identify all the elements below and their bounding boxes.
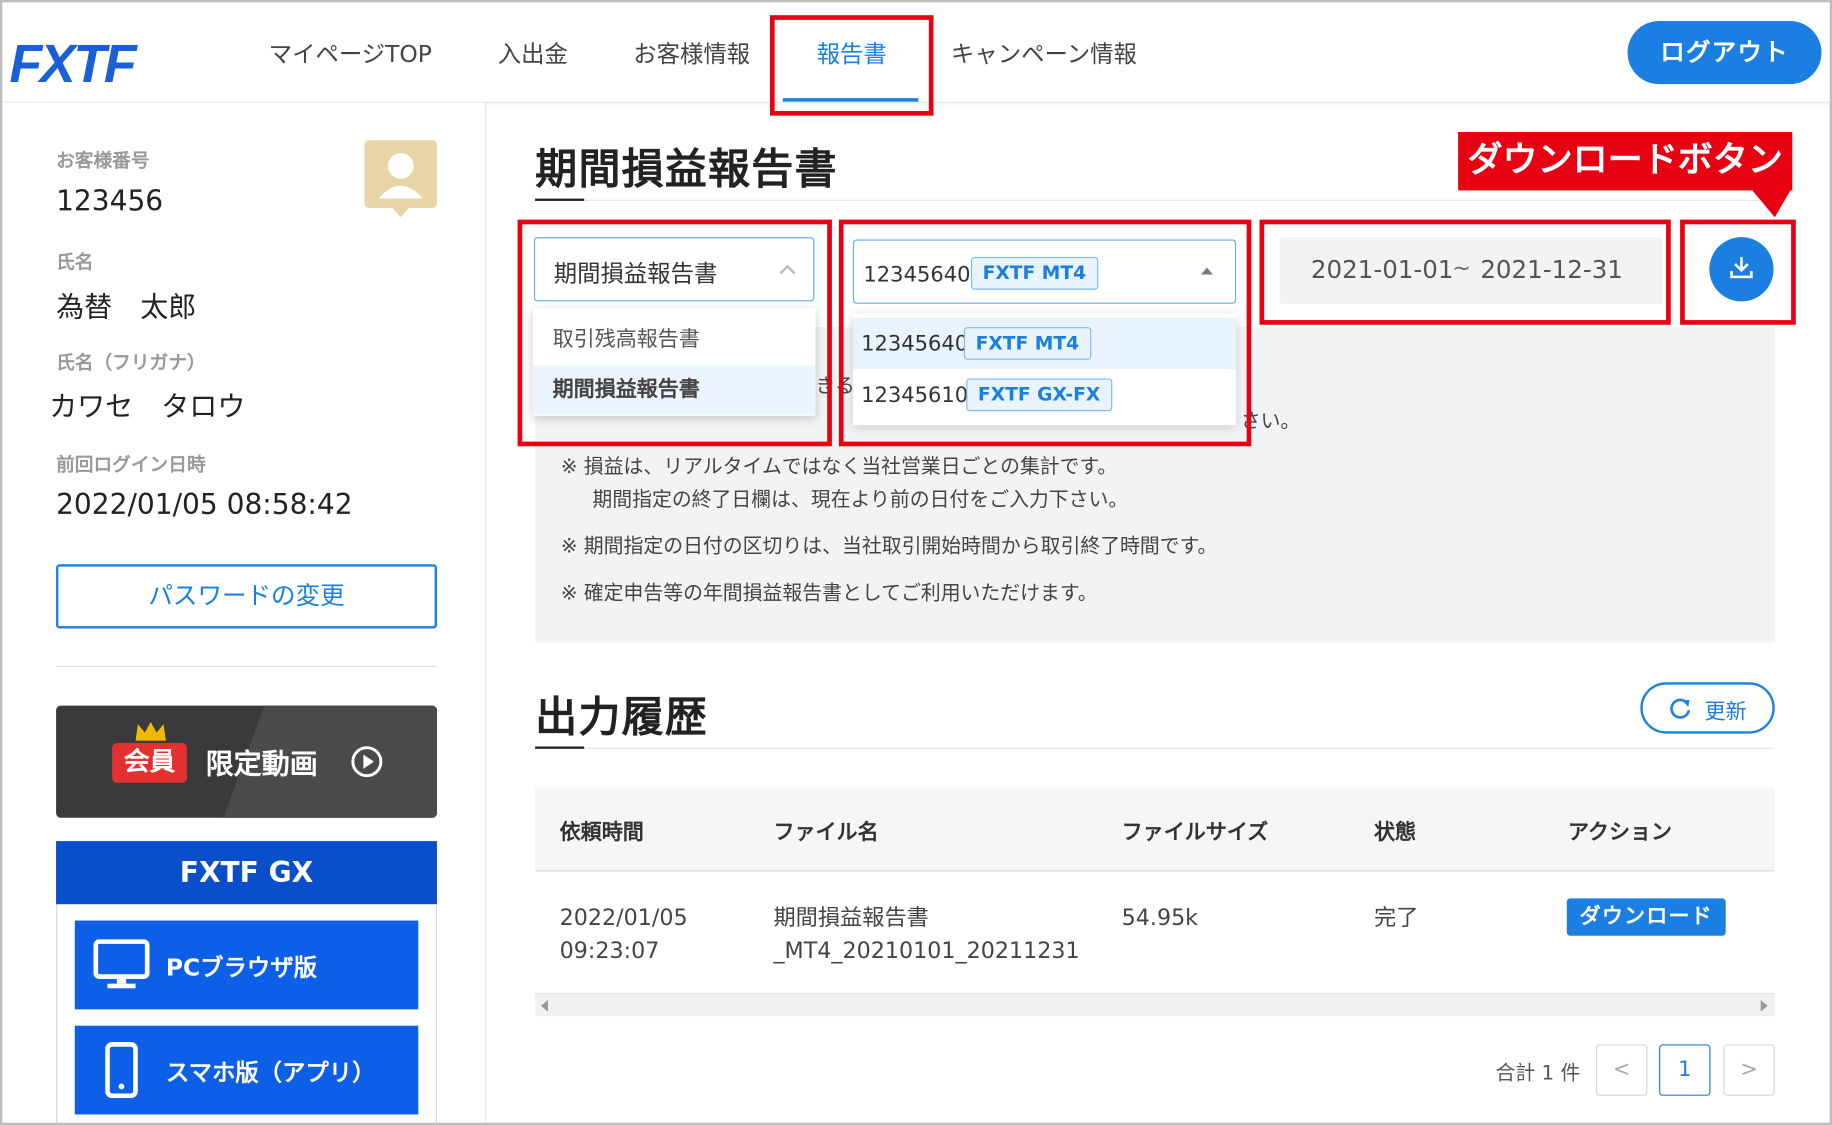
refresh-icon — [1670, 698, 1691, 719]
nav-campaign[interactable]: キャンペーン情報 — [951, 35, 1137, 70]
name-label: 氏名 — [56, 251, 94, 274]
pagination-next[interactable]: > — [1723, 1044, 1775, 1096]
gx-pc-browser-button[interactable]: PCブラウザ版 — [74, 920, 419, 1010]
nav-mypage-top[interactable]: マイページTOP — [269, 35, 432, 70]
customer-kana: カワセ タロウ — [49, 390, 246, 423]
avatar-icon — [364, 140, 437, 218]
page: FXTF マイページTOP 入出金 お客様情報 報告書 キャンペーン情報 ログア… — [0, 0, 1832, 1125]
row-time-date: 2022/01/05 — [559, 905, 688, 932]
svg-text:FXTF: FXTF — [9, 35, 137, 86]
row-file-name-1: 期間損益報告書 — [773, 905, 929, 932]
row-file-size: 54.95k — [1121, 905, 1199, 932]
smartphone-icon — [105, 1042, 138, 1099]
report-title-rule — [535, 199, 1775, 201]
report-title: 期間損益報告書 — [535, 146, 838, 194]
gx-pc-label: PCブラウザ版 — [165, 953, 318, 982]
annotation-callout-tail — [1751, 189, 1792, 218]
monitor-icon — [93, 939, 150, 989]
horizontal-scrollbar[interactable] — [535, 992, 1775, 1017]
note-1-continued: 期間指定の終了日欄は、現在より前の日付をご入力下さい。 — [592, 488, 1129, 512]
scroll-left-icon[interactable] — [540, 999, 548, 1012]
annotation-box-reports-tab — [769, 15, 934, 116]
customer-name: 為替 太郎 — [56, 290, 197, 324]
members-video-banner[interactable]: 会員 限定動画 — [56, 705, 437, 818]
gx-title: FXTF GX — [56, 841, 437, 905]
row-file-name-2: _MT4_20210101_20211231 — [773, 938, 1080, 964]
note-2: ※ 期間指定の日付の区切りは、当社取引開始時間から取引終了時間です。 — [560, 535, 1218, 559]
play-icon — [351, 746, 383, 778]
last-login-label: 前回ログイン日時 — [56, 453, 206, 476]
row-time-clock: 09:23:07 — [559, 938, 660, 964]
refresh-label: 更新 — [1704, 699, 1747, 725]
members-badge: 会員 — [112, 742, 187, 783]
annotation-box-report-type — [517, 219, 832, 447]
customer-number-label: お客様番号 — [56, 149, 150, 172]
fxtf-logo[interactable]: FXTF — [9, 35, 180, 86]
annotation-callout: ダウンロードボタン — [1458, 132, 1793, 191]
total-count: 合計 1 件 — [1495, 1061, 1581, 1086]
annotation-box-download — [1680, 219, 1796, 325]
sidebar-divider — [56, 665, 437, 668]
nav-deposit-withdraw[interactable]: 入出金 — [498, 35, 568, 70]
col-status: 状態 — [1374, 820, 1417, 845]
scroll-right-icon[interactable] — [1760, 999, 1768, 1012]
last-login-value: 2022/01/05 08:58:42 — [56, 488, 353, 522]
history-title-rule — [535, 747, 1775, 749]
col-request-time: 依頼時間 — [559, 820, 644, 845]
note-3: ※ 確定申告等の年間損益報告書としてご利用いただけます。 — [560, 581, 1098, 606]
col-file-name: ファイル名 — [773, 820, 879, 845]
report-title-underline — [535, 198, 585, 201]
pagination-page-1[interactable]: 1 — [1659, 1044, 1711, 1096]
annotation-box-account — [838, 219, 1252, 447]
row-status: 完了 — [1374, 905, 1419, 932]
limited-video-label: 限定動画 — [205, 747, 318, 781]
col-action: アクション — [1567, 820, 1673, 845]
change-password-button[interactable]: パスワードの変更 — [56, 564, 437, 629]
annotation-box-date — [1259, 219, 1671, 325]
logout-button[interactable]: ログアウト — [1627, 21, 1822, 85]
gx-smartphone-button[interactable]: スマホ版（アプリ） — [74, 1025, 419, 1115]
gx-phone-label: スマホ版（アプリ） — [165, 1058, 376, 1087]
pagination-prev[interactable]: < — [1595, 1044, 1648, 1096]
customer-number: 123456 — [56, 184, 164, 218]
row-download-button[interactable]: ダウンロード — [1566, 898, 1726, 936]
history-title: 出力履歴 — [535, 693, 709, 742]
col-file-size: ファイルサイズ — [1121, 820, 1269, 845]
crown-icon — [135, 721, 166, 741]
nav-customer-info[interactable]: お客様情報 — [633, 35, 750, 70]
kana-label: 氏名（フリガナ） — [56, 351, 206, 374]
note-1: ※ 損益は、リアルタイムではなく当社営業日ごとの集計です。 — [560, 455, 1118, 479]
history-title-underline — [535, 746, 585, 749]
refresh-button[interactable]: 更新 — [1640, 682, 1775, 734]
